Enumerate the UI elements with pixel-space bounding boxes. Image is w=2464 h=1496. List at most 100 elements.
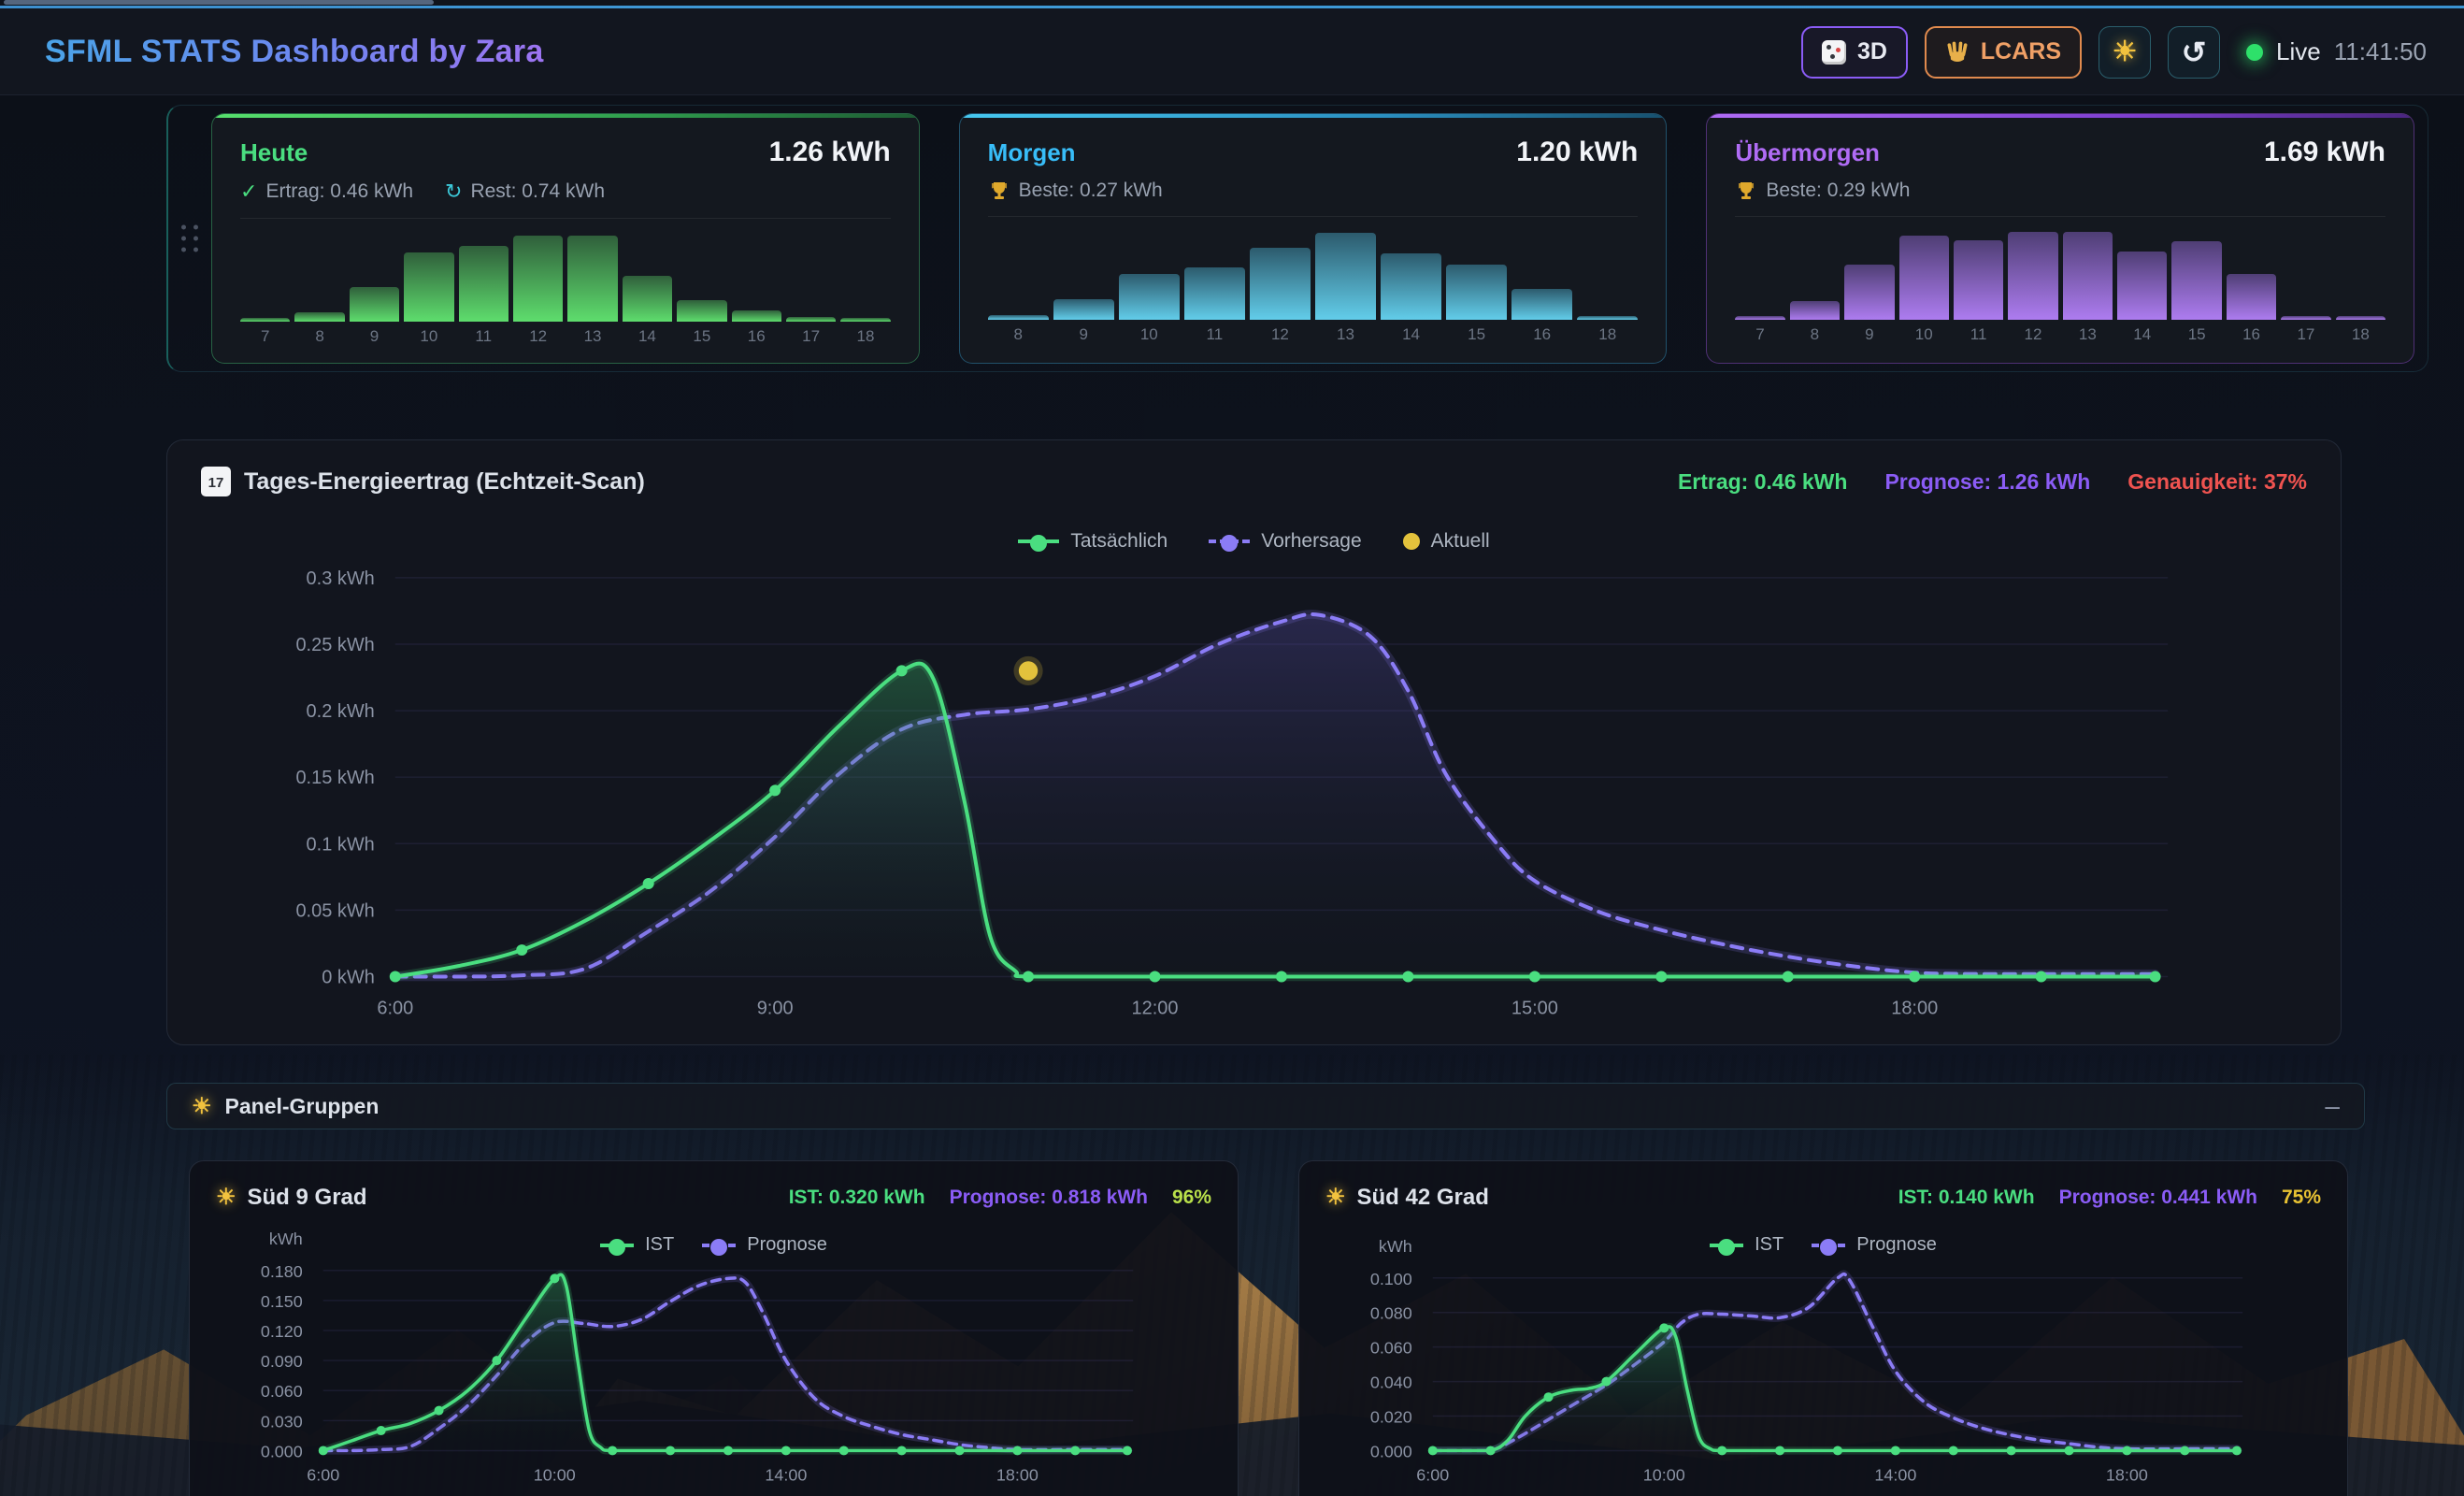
svg-text:0.040: 0.040 [1370,1374,1412,1392]
clock: 11:41:50 [2334,37,2427,66]
bar [1844,265,1894,320]
card-uebermorgen[interactable]: Übermorgen 1.69 kWh Beste: 0.29 kWh 7891… [1706,113,2414,364]
stat-ist: IST: 0.140 kWh [1898,1187,2035,1209]
stat-prognose: Prognose: 0.818 kWh [950,1187,1148,1209]
sued-42-grad-chart: 0.0000.0200.0400.0600.0800.100kWh6:0010:… [1299,1161,2347,1496]
hour-labels: 891011121314151618 [988,325,1639,344]
bar [1446,265,1507,320]
svg-text:6:00: 6:00 [377,998,413,1018]
sun-icon: ☀ [2113,36,2138,68]
panel-title: 17 Tages-Energieertrag (Echtzeit-Scan) [201,467,645,496]
daily-energy-panel: 0 kWh0.05 kWh0.1 kWh0.15 kWh0.2 kWh0.25 … [166,439,2342,1045]
legend-item-vorhersage[interactable]: Vorhersage [1209,530,1361,553]
svg-text:9:00: 9:00 [757,998,794,1018]
svg-text:15:00: 15:00 [1511,998,1558,1018]
bar [2171,241,2221,320]
bar [240,318,290,322]
svg-text:0.000: 0.000 [261,1442,303,1460]
bar [2117,252,2167,320]
card-total: 1.26 kWh [769,137,891,168]
stat-prognose: Prognose: 0.441 kWh [2059,1187,2257,1209]
trophy-icon [988,180,1010,202]
svg-text:0.020: 0.020 [1370,1407,1412,1426]
bar [2008,232,2057,320]
stat-prognose: Prognose: 1.26 kWh [1884,469,2090,495]
trophy-icon [1735,180,1757,202]
bar [294,312,344,322]
main-chart-legend: Tatsächlich Vorhersage Aktuell [167,530,2341,553]
card-title: Morgen [988,138,1076,167]
drag-handle-icon[interactable] [181,225,199,252]
svg-text:0.090: 0.090 [261,1352,303,1371]
bar [840,318,890,322]
legend-dashed-line-icon [702,1244,736,1247]
bar [1954,240,2003,320]
lcars-button[interactable]: LCARS [1925,26,2082,79]
card-heute[interactable]: Heute 1.26 kWh ✓ Ertrag: 0.46 kWh ↻ Rest… [211,113,920,364]
svg-text:0.000: 0.000 [1370,1442,1412,1460]
hourly-bars [988,228,1639,320]
live-indicator: Live 11:41:50 [2246,37,2427,66]
svg-text:0.15 kWh: 0.15 kWh [295,768,374,788]
chart-legend: IST Prognose [1299,1234,2347,1256]
sun-icon: ☀ [192,1093,212,1120]
bar [732,310,781,322]
forecast-cards-section: Heute 1.26 kWh ✓ Ertrag: 0.46 kWh ↻ Rest… [166,105,2428,372]
check-icon: ✓ [240,180,257,204]
legend-item-prognose[interactable]: Prognose [702,1234,827,1256]
bar [1790,301,1840,320]
collapse-button[interactable]: – [2325,1097,2340,1115]
svg-text:0.1 kWh: 0.1 kWh [307,834,375,855]
svg-text:10:00: 10:00 [534,1465,576,1484]
legend-item-ist[interactable]: IST [1710,1234,1784,1256]
calendar-icon: 17 [201,467,231,496]
hourly-bars [1735,228,2385,320]
svg-text:14:00: 14:00 [1874,1465,1916,1484]
bar [988,315,1049,320]
top-scrollbar[interactable] [0,0,2464,9]
legend-line-icon [1018,539,1059,543]
scrollbar-thumb[interactable] [4,0,434,5]
svg-text:0.25 kWh: 0.25 kWh [295,635,374,655]
bar [1315,233,1376,320]
card-total: 1.20 kWh [1516,137,1638,168]
panel-gruppen-bar[interactable]: ☀ Panel-Gruppen – [166,1083,2365,1129]
bar [1184,267,1245,320]
svg-text:0.180: 0.180 [261,1262,303,1281]
legend-item-ist[interactable]: IST [600,1234,674,1256]
bar [677,300,726,322]
refresh-button[interactable]: ↺ [2168,26,2220,79]
svg-text:0.080: 0.080 [1370,1304,1412,1323]
svg-text:6:00: 6:00 [1416,1465,1449,1484]
svg-text:0.060: 0.060 [1370,1339,1412,1358]
bar [1053,299,1114,320]
legend-item-prognose[interactable]: Prognose [1812,1234,1937,1256]
stat-ertrag: Ertrag: 0.46 kWh [1678,469,1848,495]
svg-text:0.3 kWh: 0.3 kWh [307,568,375,589]
bar [1511,289,1572,320]
bar [459,246,509,322]
legend-dashed-line-icon [1209,539,1250,543]
card-total: 1.69 kWh [2264,137,2385,168]
refresh-icon: ↻ [445,180,462,204]
svg-text:0.05 kWh: 0.05 kWh [295,900,374,921]
card-morgen[interactable]: Morgen 1.20 kWh Beste: 0.27 kWh 89101112… [959,113,1668,364]
hour-labels: 789101112131415161718 [1735,325,2385,344]
card-accent [960,114,1667,118]
sun-icon: ☀ [1325,1184,1346,1211]
svg-text:0.150: 0.150 [261,1292,303,1311]
legend-item-aktuell[interactable]: Aktuell [1403,530,1490,553]
bar [350,287,399,322]
bar [2336,316,2385,320]
panel-sued-42-grad: 0.0000.0200.0400.0600.0800.100kWh6:0010:… [1298,1160,2348,1496]
stat-accuracy: 75% [2282,1187,2321,1209]
bar [1577,316,1638,320]
legend-item-tatsaechlich[interactable]: Tatsächlich [1018,530,1168,553]
sued-9-grad-chart: 0.0000.0300.0600.0900.1200.1500.180kWh6:… [190,1161,1238,1496]
hour-labels: 789101112131415161718 [240,327,891,346]
theme-sun-button[interactable]: ☀ [2099,26,2151,79]
bar [404,252,453,322]
view-3d-button[interactable]: 3D [1801,26,1908,79]
card-title: Übermorgen [1735,138,1880,167]
bar [2227,274,2276,320]
